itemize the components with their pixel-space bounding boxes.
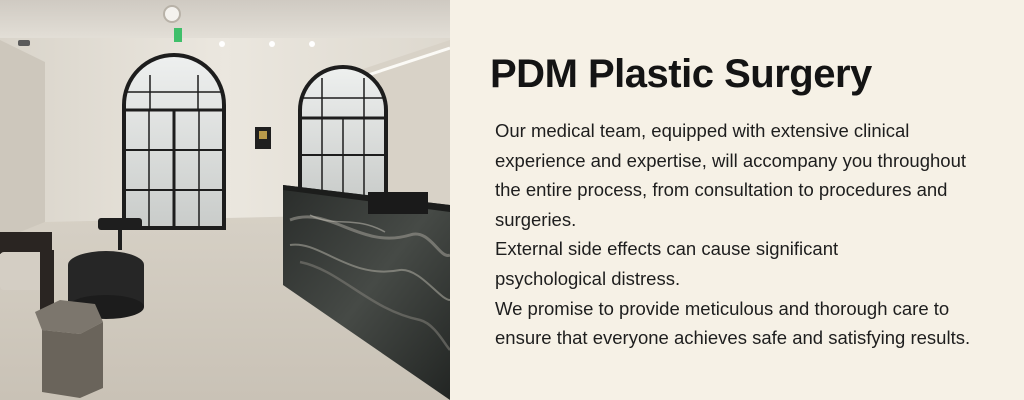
side-table: [35, 300, 103, 398]
arched-door-right: [298, 65, 388, 202]
description-line: ensure that everyone achieves safe and s…: [495, 327, 971, 349]
camera: [18, 40, 30, 46]
arched-door-left: [122, 53, 226, 230]
description-line: experience and expertise, will accompany…: [495, 149, 967, 171]
lobby-illustration: [0, 0, 450, 400]
exit-sign: [174, 28, 182, 42]
ceiling-light: [309, 41, 315, 47]
ceiling-light: [269, 41, 275, 47]
clinic-banner: PDM Plastic Surgery Our medical team, eq…: [0, 0, 1024, 400]
description-line: External side effects can cause signific…: [495, 238, 839, 260]
left-wall: [0, 40, 45, 245]
description-line: psychological distress.: [495, 267, 681, 289]
text-panel: PDM Plastic Surgery Our medical team, eq…: [450, 0, 1024, 400]
banner-description: Our medical team, equipped with extensiv…: [495, 116, 1015, 353]
clinic-lobby-photo: [0, 0, 450, 400]
description-line: We promise to provide meticulous and tho…: [495, 297, 950, 319]
description-line: surgeries.: [495, 208, 577, 230]
ceiling-light: [219, 41, 225, 47]
description-line: the entire process, from consultation to…: [495, 179, 948, 201]
ceiling-light: [163, 5, 181, 23]
description-line: Our medical team, equipped with extensiv…: [495, 120, 910, 141]
banner-title: PDM Plastic Surgery: [490, 52, 872, 96]
